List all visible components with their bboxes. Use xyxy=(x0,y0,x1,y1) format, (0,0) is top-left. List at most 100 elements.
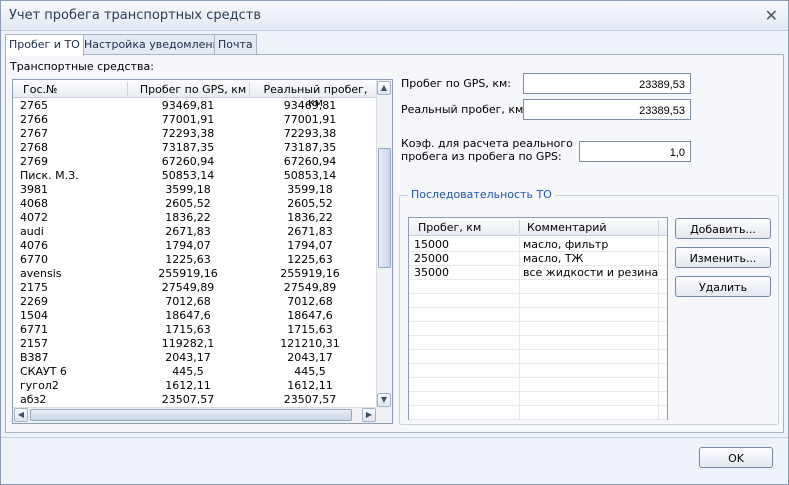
vehicle-row[interactable]: 3981 3599,18 3599,18 xyxy=(13,183,377,197)
vehicle-real-mileage: 2043,17 xyxy=(287,351,333,364)
tab-mail[interactable]: Почта xyxy=(214,34,257,55)
coefficient-field[interactable] xyxy=(579,141,691,162)
coefficient-label-line2: пробега из пробега по GPS: xyxy=(401,150,562,163)
vehicle-row[interactable]: 2766 77001,91 77001,91 xyxy=(13,113,377,127)
tab-notification-settings[interactable]: Настройка уведомлений xyxy=(80,34,231,55)
vehicle-row[interactable]: 2768 73187,35 73187,35 xyxy=(13,141,377,155)
vehicle-plate: абз2 xyxy=(20,393,47,406)
vehicle-plate: 2767 xyxy=(20,127,48,140)
maintenance-list[interactable]: Пробег, км Комментарий 15000 масло, фильт… xyxy=(408,217,668,420)
grid-line xyxy=(409,377,667,378)
vehicle-real-mileage: 67260,94 xyxy=(283,155,337,168)
scrollbar-corner xyxy=(376,407,392,423)
vehicle-plate: В387 xyxy=(20,351,49,364)
scroll-left-arrow-icon[interactable]: ◀ xyxy=(14,408,28,422)
footer-separator xyxy=(1,437,788,438)
vehicle-row[interactable]: 2767 72293,38 72293,38 xyxy=(13,127,377,141)
vehicle-real-mileage: 255919,16 xyxy=(280,267,340,280)
vehicle-gps-mileage: 1225,63 xyxy=(165,253,211,266)
ok-button[interactable]: OK xyxy=(699,447,773,468)
vehicle-row[interactable]: 2157 119282,1 121210,31 xyxy=(13,337,377,351)
scroll-right-arrow-icon[interactable]: ▶ xyxy=(362,408,376,422)
vehicle-row[interactable]: абз2 23507,57 23507,57 xyxy=(13,393,377,407)
vehicle-real-mileage: 73187,35 xyxy=(283,141,337,154)
vehicle-real-mileage: 2605,52 xyxy=(287,197,333,210)
vehicle-row[interactable]: В387 2043,17 2043,17 xyxy=(13,351,377,365)
column-separator[interactable] xyxy=(249,82,250,96)
vehicle-plate: avensis xyxy=(20,267,62,280)
maintenance-row[interactable]: 35000 все жидкости и резина xyxy=(409,266,667,280)
vehicle-row[interactable]: audi 2671,83 2671,83 xyxy=(13,225,377,239)
vehicle-plate: 4076 xyxy=(20,239,48,252)
grid-line xyxy=(409,279,667,280)
scroll-down-arrow-icon[interactable]: ▼ xyxy=(377,393,391,407)
column-header-comment[interactable]: Комментарий xyxy=(527,221,607,234)
vehicle-plate: 2269 xyxy=(20,295,48,308)
vehicle-gps-mileage: 1715,63 xyxy=(165,323,211,336)
vehicle-row[interactable]: СКАУТ 6 445,5 445,5 xyxy=(13,365,377,379)
vehicle-gps-mileage: 73187,35 xyxy=(161,141,215,154)
vehicle-real-mileage: 121210,31 xyxy=(280,337,340,350)
grid-line xyxy=(409,363,667,364)
vehicle-gps-mileage: 93469,81 xyxy=(161,99,215,112)
grid-line xyxy=(409,391,667,392)
tab-mileage-maintenance[interactable]: Пробег и ТО xyxy=(5,34,84,56)
vehicle-plate: 3981 xyxy=(20,183,48,196)
edit-button[interactable]: Изменить... xyxy=(675,247,771,268)
vehicle-row[interactable]: 4068 2605,52 2605,52 xyxy=(13,197,377,211)
vehicle-row[interactable]: 6770 1225,63 1225,63 xyxy=(13,253,377,267)
vehicle-row[interactable]: Писк. М.З. 50853,14 50853,14 xyxy=(13,169,377,183)
vehicles-list-header: Гос.№ Пробег по GPS, км Реальный пробег,… xyxy=(13,80,377,109)
scroll-up-arrow-icon[interactable]: ▲ xyxy=(377,81,391,95)
vehicle-gps-mileage: 23507,57 xyxy=(161,393,215,406)
vehicle-plate: 1504 xyxy=(20,309,48,322)
gps-mileage-field[interactable] xyxy=(523,73,691,94)
grid-line xyxy=(409,349,667,350)
maintenance-comment: масло, ТЖ xyxy=(523,252,584,265)
coefficient-label-line1: Коэф. для расчета реального xyxy=(401,137,573,150)
delete-button[interactable]: Удалить xyxy=(675,276,771,297)
grid-line xyxy=(409,335,667,336)
horizontal-scroll-thumb[interactable] xyxy=(30,409,352,421)
vehicle-row[interactable]: avensis 255919,16 255919,16 xyxy=(13,267,377,281)
vehicles-list[interactable]: Гос.№ Пробег по GPS, км Реальный пробег,… xyxy=(12,79,393,424)
column-header-gps-mileage[interactable]: Пробег по GPS, км xyxy=(138,83,248,96)
vehicle-gps-mileage: 50853,14 xyxy=(161,169,215,182)
column-separator[interactable] xyxy=(127,82,128,96)
vehicle-real-mileage: 7012,68 xyxy=(287,295,333,308)
vehicle-real-mileage: 2671,83 xyxy=(287,225,333,238)
vehicle-gps-mileage: 1612,11 xyxy=(165,379,211,392)
real-mileage-field[interactable] xyxy=(523,99,691,120)
vehicle-row[interactable]: 4072 1836,22 1836,22 xyxy=(13,211,377,225)
vertical-scrollbar[interactable]: ▲ ▼ xyxy=(376,80,392,408)
vehicle-row[interactable]: 2765 93469,81 93469,81 xyxy=(13,99,377,113)
grid-column-line xyxy=(658,236,659,419)
close-icon[interactable]: ✕ xyxy=(765,6,778,25)
vehicle-row[interactable]: 6771 1715,63 1715,63 xyxy=(13,323,377,337)
column-separator[interactable] xyxy=(519,220,520,234)
maintenance-mileage: 35000 xyxy=(414,266,449,279)
vehicle-real-mileage: 1715,63 xyxy=(287,323,333,336)
grid-column-line xyxy=(519,236,520,419)
column-header-maintenance-mileage[interactable]: Пробег, км xyxy=(418,221,481,234)
vertical-scroll-thumb[interactable] xyxy=(378,148,391,268)
vehicle-plate: СКАУТ 6 xyxy=(20,365,67,378)
vehicle-real-mileage: 27549,89 xyxy=(283,281,337,294)
maintenance-row[interactable]: 15000 масло, фильтр xyxy=(409,238,667,252)
grid-line xyxy=(409,293,667,294)
add-button[interactable]: Добавить... xyxy=(675,218,771,239)
vehicle-row[interactable]: 1504 18647,6 18647,6 xyxy=(13,309,377,323)
vehicle-row[interactable]: 2769 67260,94 67260,94 xyxy=(13,155,377,169)
horizontal-scrollbar[interactable]: ◀ ▶ xyxy=(13,407,377,423)
column-separator[interactable] xyxy=(658,220,659,234)
column-header-plate[interactable]: Гос.№ xyxy=(23,83,57,96)
vehicle-row[interactable]: 2269 7012,68 7012,68 xyxy=(13,295,377,309)
maintenance-mileage: 25000 xyxy=(414,252,449,265)
grid-line xyxy=(409,265,667,266)
vehicle-gps-mileage: 255919,16 xyxy=(158,267,218,280)
vehicle-row[interactable]: 4076 1794,07 1794,07 xyxy=(13,239,377,253)
vehicle-row[interactable]: 2175 27549,89 27549,89 xyxy=(13,281,377,295)
maintenance-row[interactable]: 25000 масло, ТЖ xyxy=(409,252,667,266)
vehicle-row[interactable]: гугол2 1612,11 1612,11 xyxy=(13,379,377,393)
vehicle-real-mileage: 93469,81 xyxy=(283,99,337,112)
